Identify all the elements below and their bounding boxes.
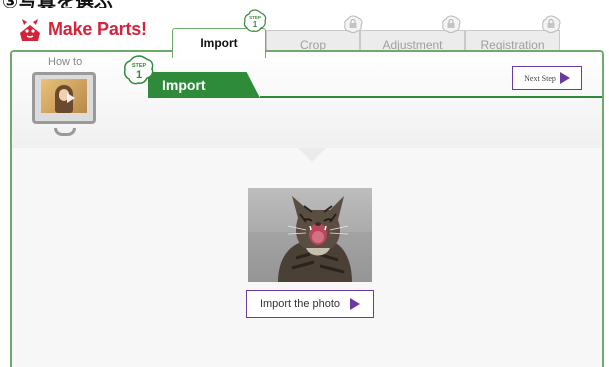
- top-heading-strip: ③写真を選ぶ: [0, 0, 609, 8]
- monitor-icon: [32, 72, 96, 124]
- play-icon: [559, 72, 570, 84]
- top-heading: ③写真を選ぶ: [2, 0, 113, 8]
- lock-badge-icon: [540, 14, 562, 36]
- step-badge-icon: STEP 1: [122, 54, 156, 88]
- step-badge-number: 1: [253, 20, 258, 29]
- next-step-label: Next Step: [524, 73, 556, 83]
- app-logo: Make Parts!: [16, 14, 147, 44]
- step-banner-label: Import: [162, 77, 206, 93]
- app-logo-icon: [20, 19, 40, 41]
- header: Make Parts! Import Crop Adjustment Regis…: [0, 8, 609, 58]
- import-photo-button[interactable]: Import the photo: [246, 290, 374, 318]
- photo-preview: [248, 188, 372, 282]
- howto-video-button[interactable]: How to: [30, 56, 100, 146]
- lock-badge-icon: [342, 14, 364, 36]
- monitor-stand: [54, 128, 76, 136]
- step-banner: Import: [148, 72, 260, 98]
- lock-badge-icon: [440, 14, 462, 36]
- howto-label: How to: [48, 56, 83, 68]
- play-icon: [350, 298, 361, 310]
- howto-thumbnail: [41, 79, 87, 113]
- step-badge-icon: STEP 1: [242, 8, 268, 34]
- step-banner-underline: [260, 96, 602, 98]
- next-step-button[interactable]: Next Step: [512, 66, 582, 90]
- tab-import-label: Import: [200, 36, 238, 50]
- import-photo-label: Import the photo: [259, 298, 341, 310]
- step-banner-number: 1: [136, 69, 142, 81]
- main-panel: How to STEP 1 Import Next Step Import th…: [10, 50, 604, 367]
- panel-notch: [298, 148, 326, 162]
- play-icon: [67, 93, 75, 103]
- app-title: Make Parts!: [48, 18, 147, 39]
